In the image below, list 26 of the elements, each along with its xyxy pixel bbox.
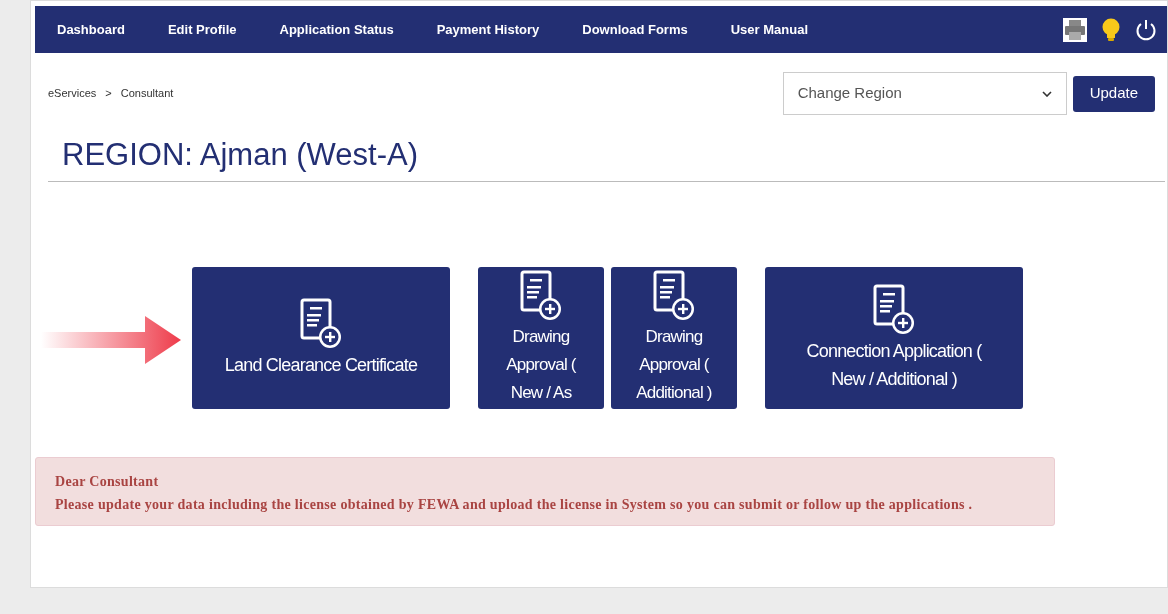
document-add-icon: [872, 283, 916, 337]
nav-link[interactable]: Payment History: [436, 19, 540, 40]
breadcrumb-separator: >: [105, 86, 112, 102]
document-add-icon: [652, 269, 696, 323]
alert-title: Dear Consultant: [55, 473, 160, 491]
region-select[interactable]: Change Region: [782, 72, 1067, 115]
nav-link[interactable]: User Manual: [730, 19, 808, 40]
alert-message: Please update your data including the license obtained by FEWA and upload the license in System so you can submit or follow up the applications .: [55, 496, 974, 514]
printer-icon[interactable]: [1063, 17, 1087, 42]
service-tile[interactable]: Drawing Approval ( Additional ): [611, 267, 737, 409]
service-tile[interactable]: Drawing Approval ( New / As: [478, 267, 604, 409]
lightbulb-icon[interactable]: [1101, 17, 1121, 42]
power-icon[interactable]: [1135, 18, 1157, 41]
breadcrumb-current: Consultant: [120, 86, 174, 102]
document-add-icon: [299, 297, 343, 351]
nav-link[interactable]: Application Status: [279, 19, 394, 40]
region-heading: REGION: Ajman (West-A): [62, 136, 419, 174]
service-tile[interactable]: Land Clearance Certificate: [192, 267, 450, 409]
service-tile[interactable]: Connection Application ( New / Additional ): [765, 267, 1023, 409]
update-button[interactable]: Update: [1072, 75, 1155, 112]
nav-link[interactable]: Download Forms: [582, 19, 688, 40]
breadcrumb-link[interactable]: eServices: [48, 85, 97, 102]
nav-link[interactable]: Edit Profile: [167, 19, 237, 40]
nav-link[interactable]: Dashboard: [57, 19, 125, 40]
chevron-down-icon: [1041, 90, 1052, 97]
document-add-icon: [519, 269, 563, 323]
